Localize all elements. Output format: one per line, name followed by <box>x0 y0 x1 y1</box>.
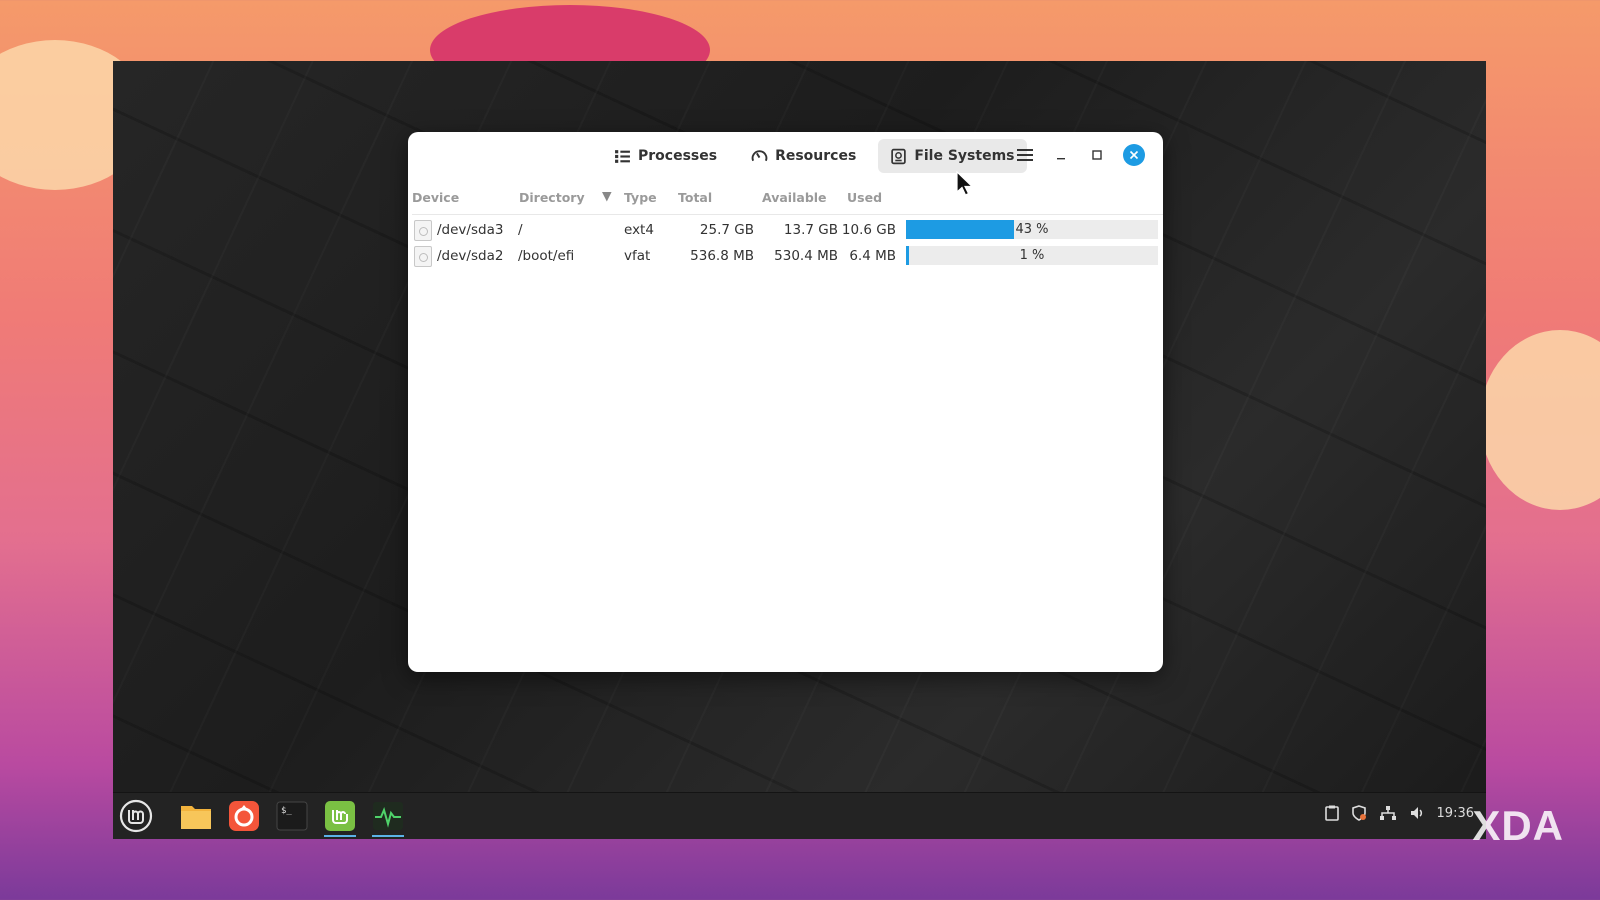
terminal-icon: $_ <box>276 801 308 831</box>
column-header-used[interactable]: Used <box>847 190 882 205</box>
column-header-device[interactable]: Device <box>412 190 459 205</box>
tab-label: File Systems <box>914 148 1015 164</box>
hamburger-icon <box>1017 149 1033 161</box>
taskbar-panel: $_ 19:36 <box>113 792 1486 839</box>
tab-resources[interactable]: Resources <box>739 139 868 173</box>
column-header-type[interactable]: Type <box>624 190 657 205</box>
view-switcher: Processes Resources File Systems <box>602 139 1027 173</box>
total-cell: 25.7 GB <box>699 222 754 238</box>
type-cell: ext4 <box>624 222 654 238</box>
network-icon[interactable] <box>1379 805 1397 821</box>
mouse-cursor-icon <box>956 171 974 196</box>
menu-launcher[interactable] <box>117 798 155 834</box>
watermark-logo: XDA <box>1472 802 1564 849</box>
volume-icon[interactable] <box>1409 805 1425 821</box>
system-monitor-launcher[interactable] <box>369 798 407 837</box>
system-monitor-icon <box>373 802 403 830</box>
shield-icon[interactable] <box>1351 805 1367 821</box>
device-cell: /dev/sda3 <box>437 222 504 238</box>
files-icon <box>181 806 211 829</box>
minimize-button[interactable] <box>1051 145 1071 165</box>
clipboard-icon[interactable] <box>1324 805 1339 821</box>
mint-menu-icon <box>119 799 153 833</box>
svg-text:$_: $_ <box>281 806 292 816</box>
filesystems-table: Device Directory ▼ Type Total Available … <box>412 180 1163 269</box>
drive-icon <box>891 148 907 164</box>
usage-percent: 43 % <box>1015 222 1049 237</box>
close-icon <box>1129 150 1139 160</box>
device-cell: /dev/sda2 <box>437 248 504 264</box>
tab-label: Processes <box>638 148 718 164</box>
usage-bar: 43 % <box>906 220 1158 239</box>
system-monitor-window: Processes Resources File Systems Device … <box>408 132 1163 672</box>
window-controls <box>1015 144 1145 166</box>
close-button[interactable] <box>1123 144 1145 166</box>
total-cell: 536.8 MB <box>690 248 754 264</box>
type-cell: vfat <box>624 248 651 264</box>
gauge-icon <box>751 149 768 161</box>
table-header: Device Directory ▼ Type Total Available … <box>412 180 1163 215</box>
column-header-total[interactable]: Total <box>678 190 712 205</box>
used-cell: 6.4 MB <box>849 248 896 264</box>
harddisk-icon <box>414 246 432 267</box>
files-launcher[interactable] <box>177 798 215 834</box>
directory-cell: /boot/efi <box>518 248 575 264</box>
system-tray: 19:36 <box>1324 805 1474 821</box>
decorative-cloud <box>1480 330 1600 510</box>
column-header-directory[interactable]: Directory <box>519 190 585 205</box>
tab-label: Resources <box>775 148 857 164</box>
terminal-launcher[interactable]: $_ <box>273 798 311 834</box>
firefox-launcher[interactable] <box>225 798 263 834</box>
table-row[interactable]: /dev/sda2 /boot/efi vfat 536.8 MB 530.4 … <box>412 243 1163 269</box>
table-row[interactable]: /dev/sda3 / ext4 25.7 GB 13.7 GB 10.6 GB… <box>412 217 1163 243</box>
used-cell: 10.6 GB <box>841 222 896 238</box>
list-icon <box>615 149 630 163</box>
directory-cell: / <box>518 222 523 238</box>
usage-bar: 1 % <box>906 246 1158 265</box>
minimize-icon <box>1057 158 1065 160</box>
column-header-available[interactable]: Available <box>762 190 827 205</box>
maximize-icon <box>1092 150 1102 160</box>
firefox-icon <box>229 801 259 831</box>
clock[interactable]: 19:36 <box>1437 806 1474 821</box>
desktop: Processes Resources File Systems Device … <box>113 61 1486 839</box>
harddisk-icon <box>414 220 432 241</box>
maximize-button[interactable] <box>1087 145 1107 165</box>
usage-percent: 1 % <box>1019 248 1045 263</box>
tab-file-systems[interactable]: File Systems <box>878 139 1027 173</box>
sort-descending-icon: ▼ <box>602 188 612 203</box>
menu-button[interactable] <box>1015 145 1035 165</box>
software-manager-launcher[interactable] <box>321 798 359 837</box>
tab-processes[interactable]: Processes <box>602 139 729 173</box>
mintinstall-icon <box>325 801 355 831</box>
header-bar: Processes Resources File Systems <box>408 132 1163 180</box>
